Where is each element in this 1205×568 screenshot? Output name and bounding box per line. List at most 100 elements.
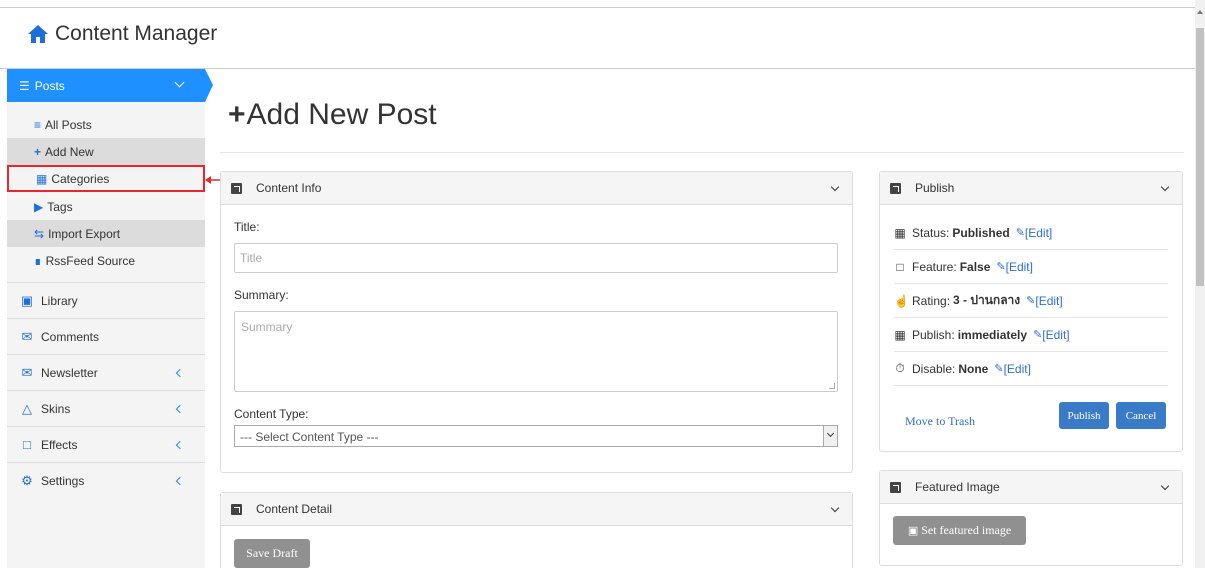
sidebar-subitem-label: Categories — [51, 171, 110, 186]
content-detail-header[interactable]: Content Detail — [221, 493, 852, 526]
chevron-left-icon — [175, 476, 185, 486]
save-draft-button[interactable]: Save Draft — [234, 539, 310, 568]
gear-icon: ⚙ — [21, 472, 33, 488]
rating-value: 3 - ปานกลาง — [953, 293, 1021, 307]
effects-icon: □ — [23, 437, 31, 452]
chevron-down-icon[interactable] — [1160, 182, 1170, 192]
image-icon: ▣ — [20, 292, 34, 308]
content-type-value: --- Select Content Type --- — [240, 430, 379, 444]
clipboard-icon: □ — [896, 259, 904, 274]
content-type-select[interactable]: --- Select Content Type --- — [234, 425, 838, 447]
sidebar-subitem-rssfeed-source[interactable]: ∎ RssFeed Source — [7, 247, 205, 274]
chevron-left-icon — [175, 368, 185, 378]
scrollbar-thumb[interactable] — [1196, 28, 1204, 286]
plus-icon: + — [34, 144, 42, 159]
status-edit-link[interactable]: [Edit] — [1025, 226, 1052, 240]
sidebar-item-label: Settings — [41, 473, 85, 488]
publish-edit-link[interactable]: [Edit] — [1042, 328, 1069, 342]
app-header: Content Manager — [27, 22, 217, 46]
pencil-icon[interactable]: ✎ — [1016, 226, 1025, 239]
panel-title: Featured Image — [915, 480, 1000, 494]
panel-title: Content Detail — [256, 502, 333, 516]
shirt-icon: △ — [22, 400, 32, 416]
sidebar-subitem-all-posts[interactable]: ≡ All Posts — [7, 111, 205, 138]
feature-label: Feature: — [912, 259, 957, 274]
sidebar: ☰ Posts ≡ All Posts + Add New ▦ Categori… — [7, 69, 213, 568]
title-input[interactable]: Title — [234, 243, 838, 273]
envelope-icon: ✉ — [21, 364, 33, 380]
sidebar-item-label: Posts — [34, 78, 65, 93]
rss-icon: ∎ — [34, 253, 42, 268]
panel-title: Content Info — [256, 181, 322, 195]
resize-grip-icon[interactable] — [829, 383, 835, 389]
publish-header[interactable]: Publish — [880, 172, 1182, 205]
sidebar-subitem-label: Tags — [47, 199, 73, 214]
content-detail-panel: Content Detail Save Draft — [220, 492, 853, 568]
sitemap-icon: ▦ — [36, 171, 48, 186]
sidebar-subitem-add-new[interactable]: + Add New — [7, 138, 205, 165]
page-title-text: Add New Post — [246, 98, 437, 131]
status-value: Published — [952, 225, 1010, 240]
calendar-icon: ▦ — [894, 327, 906, 342]
publish-panel: Publish ▦ Status: Published ✎ [Edit] □ F… — [879, 171, 1183, 452]
list-icon: ≡ — [34, 117, 42, 132]
sidebar-item-label: Comments — [41, 329, 100, 344]
status-label: Status: — [912, 225, 950, 240]
pencil-icon[interactable]: ✎ — [1033, 328, 1042, 341]
sidebar-subitem-categories[interactable]: ▦ Categories — [7, 165, 205, 192]
sidebar-item-settings[interactable]: ⚙ Settings — [7, 462, 205, 498]
stopwatch-icon: ⏱ — [895, 361, 905, 375]
sidebar-item-comments[interactable]: ✉ Comments — [7, 318, 205, 354]
feature-edit-link[interactable]: [Edit] — [1006, 260, 1033, 274]
sidebar-item-label: Effects — [41, 437, 78, 452]
chevron-down-icon[interactable] — [830, 182, 840, 192]
move-to-trash-link[interactable]: Move to Trash — [905, 414, 975, 429]
content-type-label: Content Type: — [234, 407, 309, 421]
top-border — [0, 7, 1195, 8]
disable-value: None — [958, 361, 989, 376]
scroll-up-icon[interactable] — [1197, 10, 1203, 14]
publish-date-row: ▦ Publish: immediately ✎ [Edit] — [894, 318, 1168, 352]
featured-image-header[interactable]: Featured Image — [880, 471, 1182, 504]
sidebar-subitem-tags[interactable]: ▶ Tags — [7, 193, 205, 220]
pencil-icon[interactable]: ✎ — [1026, 294, 1035, 307]
sidebar-subitem-label: RssFeed Source — [45, 253, 136, 268]
cancel-button[interactable]: Cancel — [1116, 402, 1166, 429]
external-link-icon — [231, 503, 242, 515]
sidebar-subitem-import-export[interactable]: ⇆ Import Export — [7, 220, 205, 247]
feature-value: False — [959, 259, 991, 274]
publish-label: Publish: — [912, 327, 955, 342]
featured-image-panel: Featured Image ▣ Set featured image — [879, 470, 1183, 566]
summary-textarea[interactable]: Summary — [234, 311, 838, 392]
layers-icon: ☰ — [19, 78, 30, 93]
annotation-arrow-icon — [205, 176, 221, 184]
set-featured-image-button[interactable]: ▣ Set featured image — [893, 516, 1026, 545]
home-icon[interactable] — [27, 24, 49, 44]
disable-edit-link[interactable]: [Edit] — [1004, 362, 1031, 376]
publish-disable-row: ⏱ Disable: None ✎ [Edit] — [894, 352, 1168, 386]
rating-edit-link[interactable]: [Edit] — [1035, 294, 1062, 308]
chevron-left-icon — [175, 440, 185, 450]
chevron-down-icon[interactable] — [830, 503, 840, 513]
chevron-down-icon[interactable] — [1160, 481, 1170, 491]
publish-button[interactable]: Publish — [1059, 402, 1109, 429]
sidebar-item-label: Library — [41, 293, 78, 308]
content-info-header[interactable]: Content Info — [221, 172, 852, 205]
sidebar-item-newsletter[interactable]: ✉ Newsletter — [7, 354, 205, 390]
sidebar-subitem-label: All Posts — [45, 117, 92, 132]
pencil-icon[interactable]: ✎ — [996, 260, 1005, 273]
sidebar-item-library[interactable]: ▣ Library — [7, 282, 205, 318]
plus-icon: + — [228, 98, 246, 131]
page-title: + Add New Post — [228, 98, 437, 132]
disable-label: Disable: — [912, 361, 956, 376]
external-link-icon — [890, 481, 901, 493]
app-title[interactable]: Content Manager — [55, 22, 217, 46]
select-arrow-icon[interactable] — [823, 426, 837, 446]
publish-rating-row: ☝ Rating: 3 - ปานกลาง ✎ [Edit] — [894, 284, 1168, 318]
sidebar-item-skins[interactable]: △ Skins — [7, 390, 205, 426]
page-scrollbar[interactable] — [1195, 0, 1205, 568]
sidebar-item-posts[interactable]: ☰ Posts — [7, 69, 213, 102]
pencil-icon[interactable]: ✎ — [994, 362, 1003, 375]
panel-title: Publish — [915, 181, 955, 195]
sidebar-item-effects[interactable]: □ Effects — [7, 426, 205, 462]
